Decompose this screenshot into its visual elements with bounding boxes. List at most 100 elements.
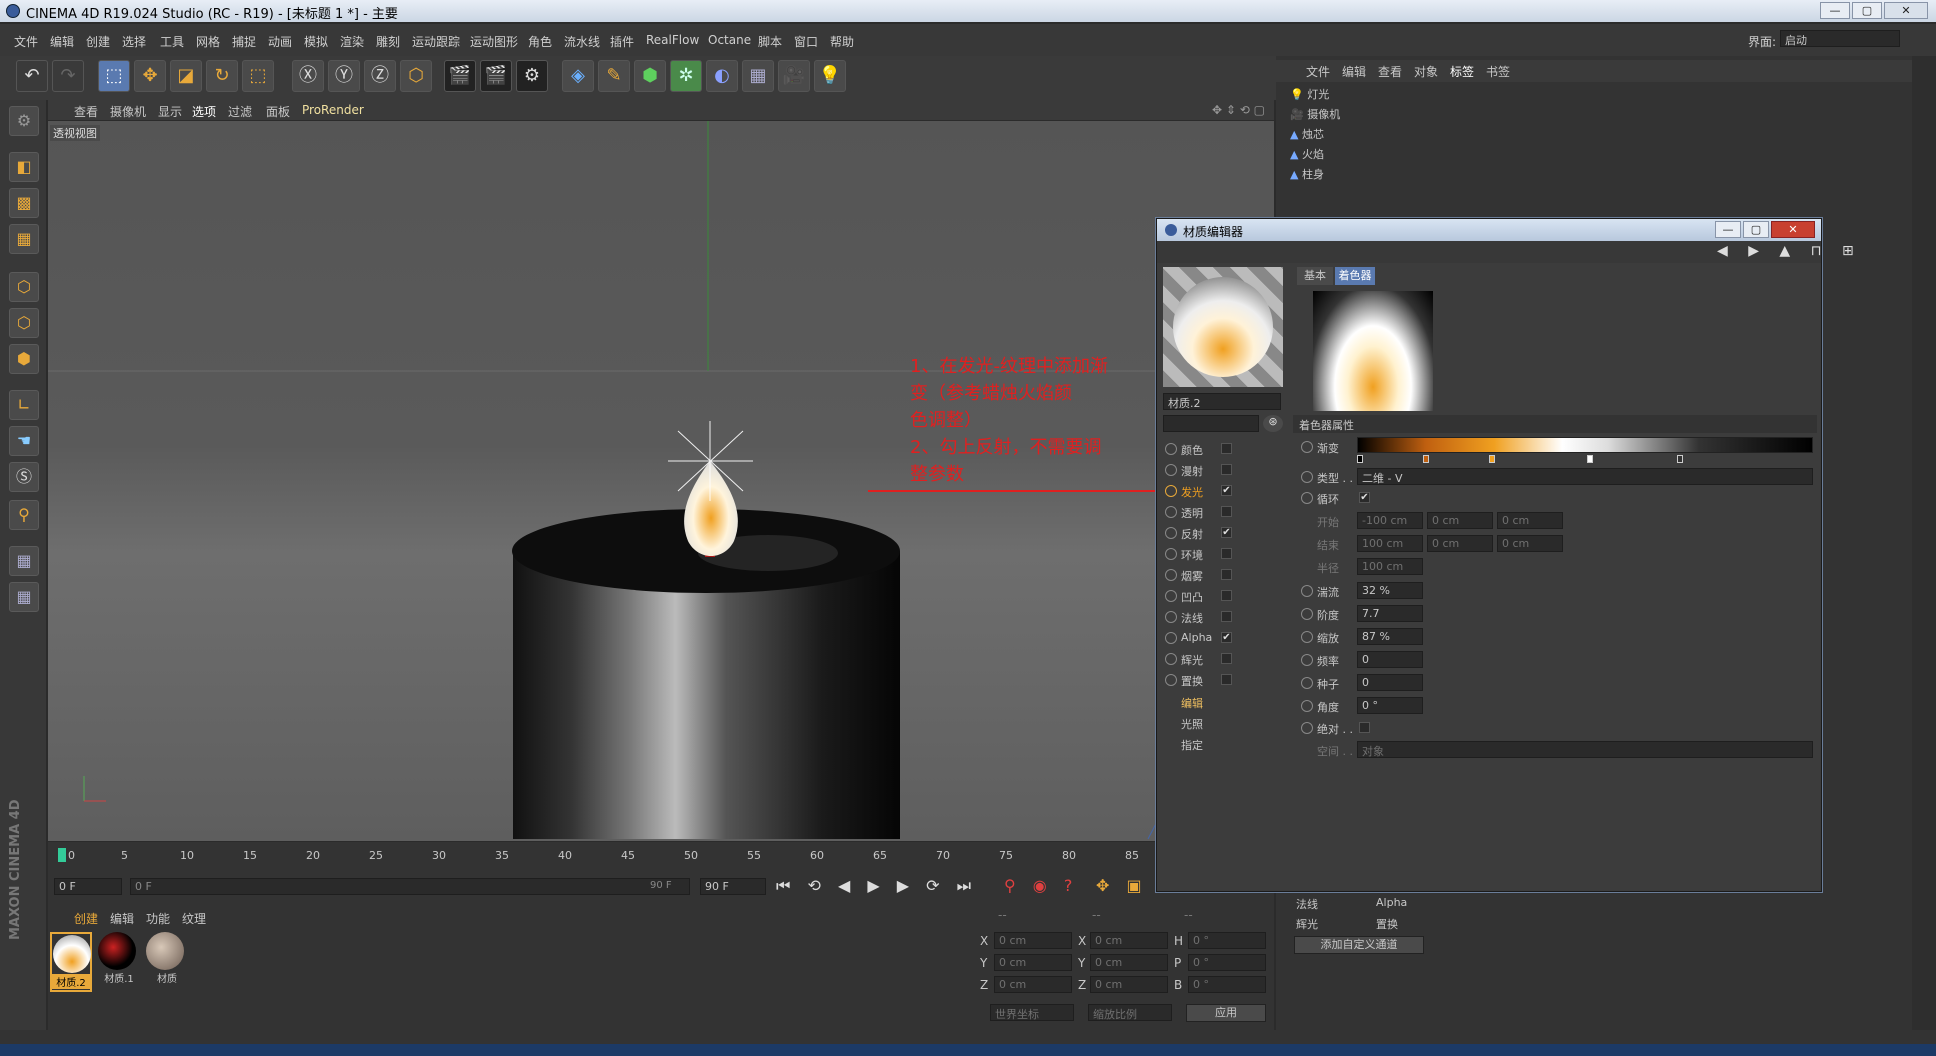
deformer-icon[interactable]: ◐ [706,60,738,92]
object-row-body[interactable]: ▲ 柱身 [1290,166,1324,182]
channel-glow-label[interactable]: 辉光 [1181,652,1203,668]
viewport-menu-options[interactable]: 选项 [192,103,216,120]
menu-window[interactable]: 窗口 [794,33,818,50]
viewport-menu-filter[interactable]: 过滤 [228,103,252,120]
menu-animate[interactable]: 动画 [268,33,292,50]
menu-tools[interactable]: 工具 [160,33,184,50]
scale-field[interactable]: 87 % [1357,628,1423,645]
menu-render[interactable]: 渲染 [340,33,364,50]
channel-radio[interactable] [1165,527,1177,539]
channel-radio[interactable] [1165,443,1177,455]
menu-mesh[interactable]: 网格 [196,33,220,50]
timeline[interactable] [48,842,1274,912]
channel-glow-checkbox[interactable] [1221,653,1232,664]
scale-select[interactable]: 缩放比例 [1088,1004,1172,1021]
rotate-icon[interactable]: ↻ [206,60,238,92]
angle-field[interactable]: 0 ° [1357,697,1423,714]
cycle-checkbox[interactable]: ✔ [1359,492,1370,503]
render-to-picture-viewer-icon[interactable]: 🎬 [480,60,512,92]
subdivision-icon[interactable]: ⬢ [634,60,666,92]
dialog-minimize-button[interactable]: — [1715,221,1741,238]
prop-radio[interactable] [1301,722,1313,734]
viewport-menu-prorender[interactable]: ProRender [302,103,364,117]
material-swatch-0[interactable]: 材质 [146,932,188,992]
scale-icon[interactable]: ◪ [170,60,202,92]
minimize-button[interactable]: — [1820,2,1850,19]
channel-fog-label[interactable]: 烟雾 [1181,568,1203,584]
size-z-field[interactable]: 0 cm [1090,976,1168,993]
live-select-icon[interactable]: ⬚ [98,60,130,92]
channel-radio[interactable] [1165,464,1177,476]
z-axis-icon[interactable]: Ⓩ [364,60,396,92]
channel-alpha-label[interactable]: Alpha [1181,631,1212,644]
viewport-menu-display[interactable]: 显示 [158,103,182,120]
range-start-field[interactable]: 0 F [130,878,690,895]
start-y-field[interactable]: 0 cm [1427,512,1493,529]
channel-bump-checkbox[interactable] [1221,590,1232,601]
channel-reflectance-label[interactable]: 反射 [1181,526,1203,542]
channel-normal-checkbox[interactable] [1221,611,1232,622]
material-name-field[interactable]: 材质.2 [1163,393,1281,410]
material-swatch-1[interactable]: 材质.1 [98,932,140,992]
menu-sculpt[interactable]: 雕刻 [376,33,400,50]
tab-shader[interactable]: 着色器 [1335,267,1375,285]
gradient-knot[interactable] [1677,455,1683,463]
channel-luminance-label[interactable]: 发光 [1181,484,1203,500]
workplane-icon[interactable]: ▦ [9,224,39,254]
edges-mode-icon[interactable]: ⬡ [9,308,39,338]
end-frame-field[interactable]: 90 F [700,878,766,895]
prop-radio[interactable] [1301,654,1313,666]
prop-radio[interactable] [1301,677,1313,689]
gradient-knot[interactable] [1587,455,1593,463]
menu-mograph[interactable]: 运动图形 [470,33,518,50]
gradient-knots[interactable] [1357,455,1813,465]
mat-menu-create[interactable]: 创建 [74,910,98,927]
end-y-field[interactable]: 0 cm [1427,535,1493,552]
viewport[interactable]: 透视视图 1、在发光-纹理中添加渐 变（参考蜡烛火焰颜 色调整） 2、勾上反射，… [48,121,1274,841]
end-z-field[interactable]: 0 cm [1497,535,1563,552]
gradient-knot[interactable] [1489,455,1495,463]
channel-radio[interactable] [1165,611,1177,623]
mat-menu-edit[interactable]: 编辑 [110,910,134,927]
mat-menu-function[interactable]: 功能 [146,910,170,927]
prop-radio[interactable] [1301,492,1313,504]
obj-menu-file[interactable]: 文件 [1306,63,1330,80]
material-search-field[interactable] [1163,415,1259,432]
apply-button[interactable]: 应用 [1186,1004,1266,1022]
world-coord-icon[interactable]: ⬡ [400,60,432,92]
start-x-field[interactable]: -100 cm [1357,512,1423,529]
obj-menu-bookmarks[interactable]: 书签 [1486,63,1510,80]
channel-alpha-checkbox[interactable]: ✔ [1221,632,1232,643]
viewport-menu-cameras[interactable]: 摄像机 [110,103,146,120]
channel-transparency-label[interactable]: 透明 [1181,505,1203,521]
channel-color-checkbox[interactable] [1221,443,1232,454]
rot-p-field[interactable]: 0 ° [1188,954,1266,971]
make-editable-icon[interactable]: ⚙ [9,106,39,136]
end-x-field[interactable]: 100 cm [1357,535,1423,552]
record-controls[interactable]: ⚲ ◉ ? [1004,876,1078,895]
menu-plugins[interactable]: 插件 [610,33,634,50]
pos-z-field[interactable]: 0 cm [994,976,1072,993]
menu-create[interactable]: 创建 [86,33,110,50]
camera-icon[interactable]: 🎥 [778,60,810,92]
prop-radio[interactable] [1301,471,1313,483]
channel-bump-label[interactable]: 凹凸 [1181,589,1203,605]
channel-fog-checkbox[interactable] [1221,569,1232,580]
channel-environment-checkbox[interactable] [1221,548,1232,559]
render-settings-icon[interactable]: ⚙ [516,60,548,92]
prop-radio[interactable] [1301,700,1313,712]
turbulence-field[interactable]: 32 % [1357,582,1423,599]
tweak-mode-icon[interactable]: ☚ [9,426,39,456]
move-icon[interactable]: ✥ [134,60,166,92]
model-mode-icon[interactable]: ◧ [9,152,39,182]
prop-radio[interactable] [1301,441,1313,453]
prop-radio[interactable] [1301,608,1313,620]
channel-radio[interactable] [1165,590,1177,602]
axis-mode-icon[interactable]: ∟ [9,390,39,420]
pen-icon[interactable]: ✎ [598,60,630,92]
playhead-marker[interactable] [58,848,66,862]
channel-diffusion-checkbox[interactable] [1221,464,1232,475]
points-mode-icon[interactable]: ⬡ [9,272,39,302]
object-row-camera[interactable]: 🎥 摄像机 [1290,106,1340,122]
menu-simulate[interactable]: 模拟 [304,33,328,50]
